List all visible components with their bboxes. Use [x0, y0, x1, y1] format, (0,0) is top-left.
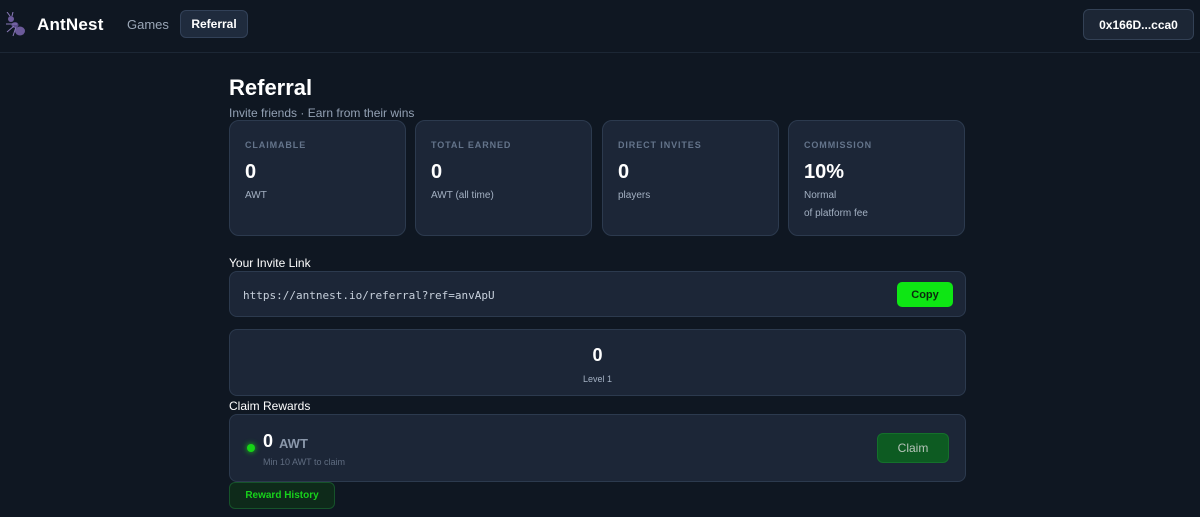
- status-dot-icon: [247, 444, 255, 452]
- claim-amount: 0: [263, 431, 274, 451]
- claim-note: Min 10 AWT to claim: [263, 457, 346, 467]
- stat-card-commission: COMMISSION 10% Normal of platform fee: [788, 120, 965, 236]
- stat-label: DIRECT INVITES: [618, 140, 702, 150]
- claim-button[interactable]: Claim: [877, 433, 949, 463]
- level-label: Level 1: [582, 374, 613, 384]
- reward-history-button[interactable]: Reward History: [229, 482, 335, 509]
- stat-value: 0: [618, 161, 630, 183]
- stat-value: 0: [431, 161, 443, 183]
- nav-referral[interactable]: Referral: [180, 10, 248, 38]
- stat-value: 0: [245, 161, 257, 183]
- copy-button[interactable]: Copy: [897, 282, 953, 307]
- stat-label: TOTAL EARNED: [431, 140, 512, 150]
- invite-link-box: https://antnest.io/referral?ref=anvApU C…: [229, 271, 966, 317]
- claim-unit: AWT: [279, 436, 308, 451]
- top-header: AntNest Games Referral 0x166D...cca0: [0, 0, 1200, 53]
- stat-unit: players: [618, 190, 651, 201]
- claim-box: 0 AWT Min 10 AWT to claim Claim: [229, 414, 966, 482]
- stat-unit: Normal: [804, 190, 837, 201]
- wallet-button[interactable]: 0x166D...cca0: [1083, 9, 1194, 40]
- page-title: Referral: [229, 75, 313, 100]
- nav-games[interactable]: Games: [127, 17, 169, 32]
- level-summary: 0 Level 1: [229, 329, 966, 396]
- ant-icon: [6, 12, 25, 37]
- stat-unit: AWT: [245, 190, 267, 201]
- stat-card-total-earned: TOTAL EARNED 0 AWT (all time): [415, 120, 592, 236]
- claim-rewards-label: Claim Rewards: [229, 399, 311, 413]
- stat-value: 10%: [804, 161, 845, 183]
- stat-label: CLAIMABLE: [245, 140, 307, 150]
- invite-link-label: Your Invite Link: [229, 256, 311, 270]
- stat-label: COMMISSION: [804, 140, 873, 150]
- stat-unit-secondary: of platform fee: [804, 208, 868, 219]
- brand-name[interactable]: AntNest: [37, 15, 104, 35]
- stat-card-claimable: CLAIMABLE 0 AWT: [229, 120, 406, 236]
- stat-unit: AWT (all time): [431, 190, 494, 201]
- invite-url[interactable]: https://antnest.io/referral?ref=anvApU: [243, 289, 495, 302]
- stat-card-direct-invites: DIRECT INVITES 0 players: [602, 120, 779, 236]
- level-count: 0: [592, 345, 603, 365]
- page-subtitle: Invite friends · Earn from their wins: [229, 106, 415, 120]
